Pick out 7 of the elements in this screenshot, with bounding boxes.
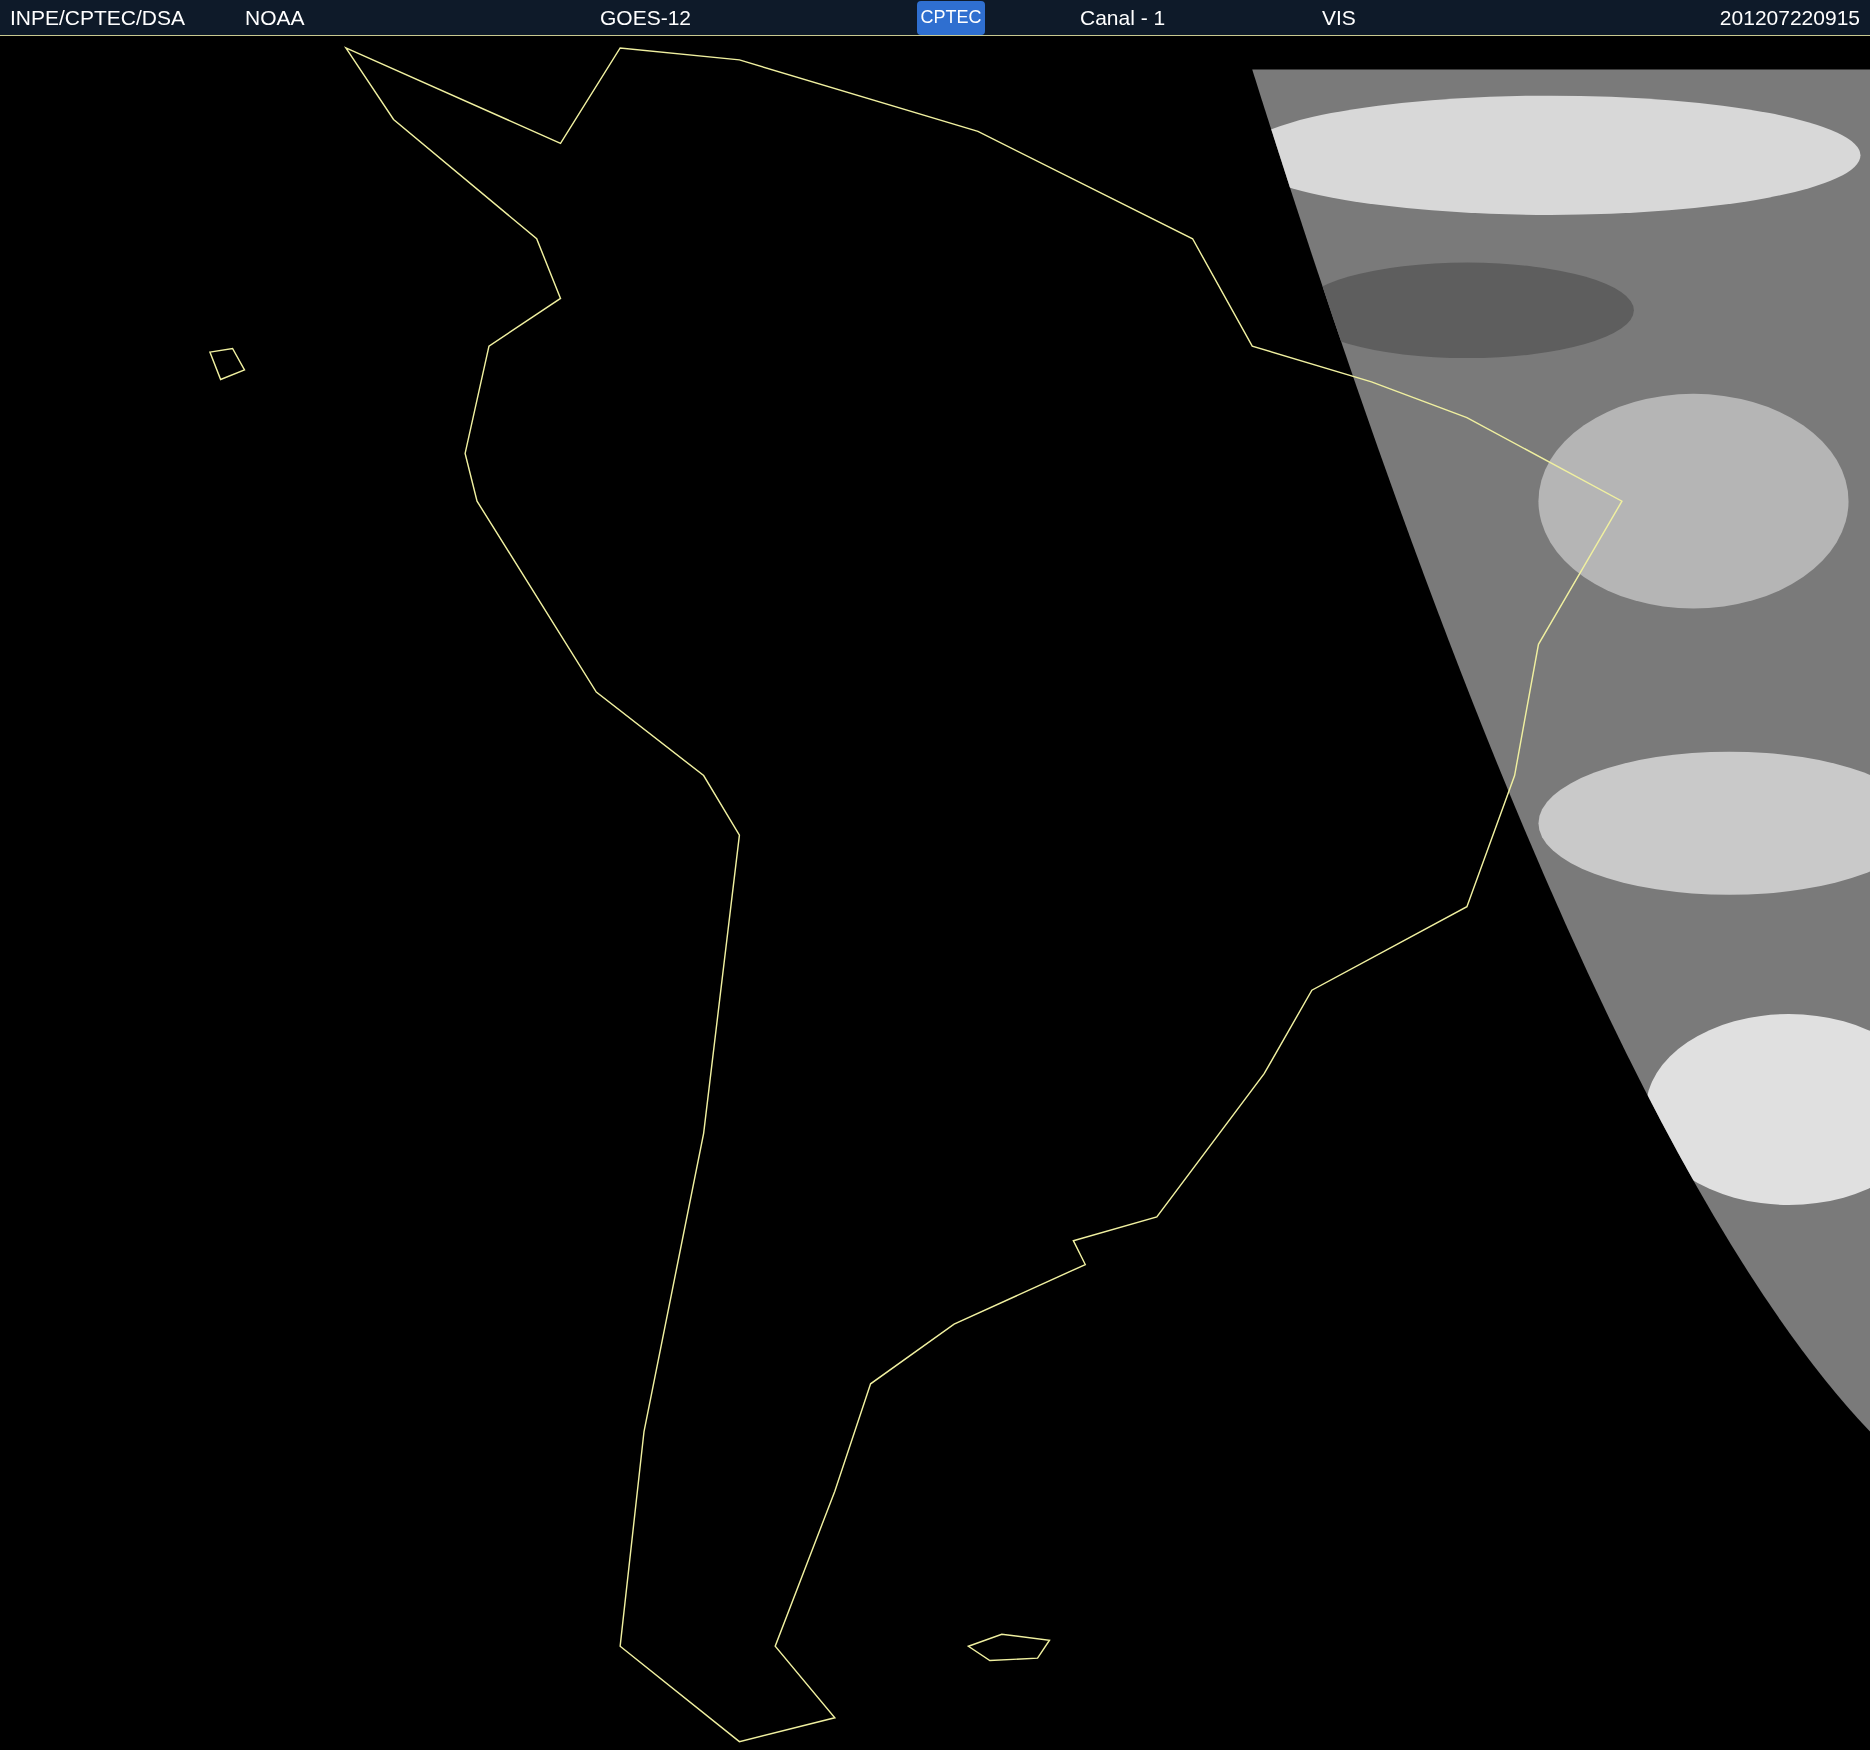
logo: CPTEC — [917, 0, 985, 35]
timestamp-label: 201207220915 — [1719, 4, 1860, 31]
agency-label: NOAA — [245, 4, 306, 31]
source-label: INPE/CPTEC/DSA — [10, 4, 187, 31]
satellite-label: GOES-12 — [600, 4, 693, 31]
band-label: VIS — [1322, 4, 1357, 31]
channel-label: Canal - 1 — [1080, 4, 1167, 31]
